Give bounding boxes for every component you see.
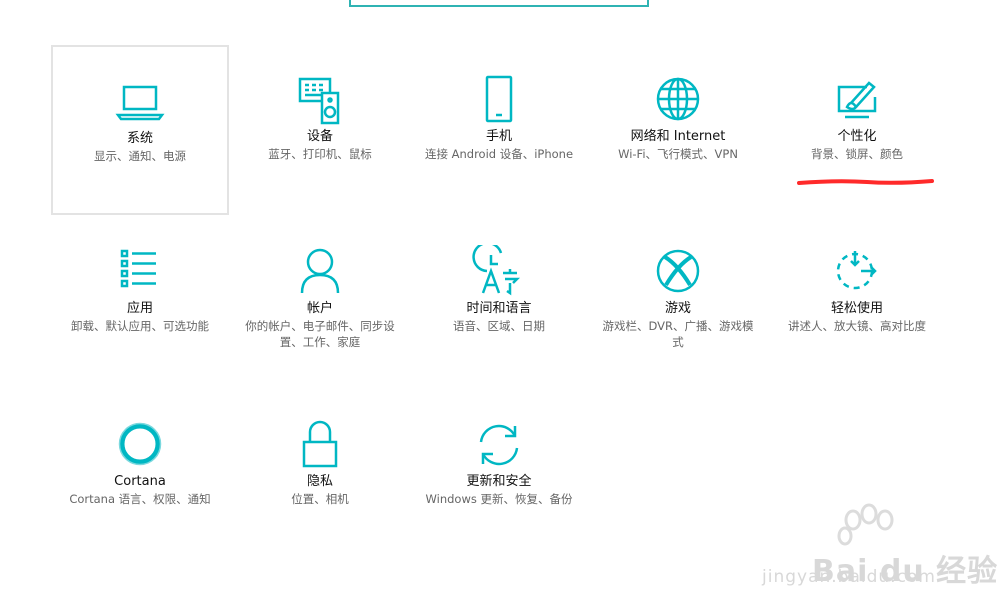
tile-desc: 背景、锁屏、颜色 (811, 147, 903, 161)
tile-desc: 游戏栏、DVR、广播、游戏模式 (602, 319, 754, 349)
tile-title: 时间和语言 (466, 301, 532, 316)
tile-apps[interactable]: 应用 卸载、默认应用、可选功能 (51, 217, 229, 387)
search-box-edge[interactable] (349, 0, 649, 7)
tile-network[interactable]: 网络和 Internet Wi-Fi、飞行模式、VPN (589, 45, 767, 215)
tile-desc: Wi-Fi、飞行模式、VPN (618, 147, 738, 161)
tile-title: 轻松使用 (830, 301, 883, 316)
tile-desc: 语音、区域、日期 (453, 319, 545, 333)
lock-icon (292, 418, 348, 474)
tile-personalization[interactable]: 个性化 背景、锁屏、颜色 (768, 45, 946, 215)
cortana-ring-icon (112, 418, 168, 474)
phone-icon (471, 73, 527, 129)
tile-accounts[interactable]: 帐户 你的帐户、电子邮件、同步设置、工作、家庭 (231, 217, 409, 387)
tile-title: 隐私 (306, 474, 333, 489)
apps-list-icon (112, 245, 168, 301)
sync-arrows-icon (471, 418, 527, 474)
tile-title: 网络和 Internet (630, 129, 726, 144)
globe-icon (650, 73, 706, 129)
tile-title: 帐户 (306, 301, 333, 316)
xbox-icon (650, 245, 706, 301)
tile-title: 设备 (306, 129, 333, 144)
devices-icon (292, 73, 348, 129)
tile-title: 更新和安全 (466, 474, 532, 489)
tile-desc: 蓝牙、打印机、鼠标 (268, 147, 372, 161)
tile-update-security[interactable]: 更新和安全 Windows 更新、恢复、备份 (410, 390, 588, 560)
ease-of-access-icon (829, 245, 885, 301)
tile-devices[interactable]: 设备 蓝牙、打印机、鼠标 (231, 45, 409, 215)
tile-title: 个性化 (837, 129, 877, 144)
person-icon (292, 245, 348, 301)
time-language-icon (471, 245, 527, 301)
tile-cortana[interactable]: Cortana Cortana 语言、权限、通知 (51, 390, 229, 560)
tile-title: 系统 (126, 131, 153, 146)
tile-title: 手机 (485, 129, 512, 144)
tile-title: 应用 (126, 301, 153, 316)
red-underline-annotation (797, 179, 934, 185)
watermark-url: jingyan.baidu.com (762, 567, 936, 587)
tile-gaming[interactable]: 游戏 游戏栏、DVR、广播、游戏模式 (589, 217, 767, 387)
tile-privacy[interactable]: 隐私 位置、相机 (231, 390, 409, 560)
tile-desc: 卸载、默认应用、可选功能 (71, 319, 209, 333)
tile-desc: Windows 更新、恢复、备份 (425, 492, 573, 506)
tile-time-language[interactable]: 时间和语言 语音、区域、日期 (410, 217, 588, 387)
tile-ease-of-access[interactable]: 轻松使用 讲述人、放大镜、高对比度 (768, 217, 946, 387)
laptop-icon (112, 75, 168, 131)
tile-desc: 位置、相机 (291, 492, 349, 506)
tile-desc: Cortana 语言、权限、通知 (69, 492, 211, 506)
tile-title: Cortana (114, 474, 166, 489)
tile-desc: 你的帐户、电子邮件、同步设置、工作、家庭 (245, 319, 395, 349)
tile-system[interactable]: 系统 显示、通知、电源 (51, 45, 229, 215)
tile-desc: 讲述人、放大镜、高对比度 (788, 319, 926, 333)
tile-desc: 连接 Android 设备、iPhone (424, 147, 574, 161)
tile-title: 游戏 (664, 301, 691, 316)
tile-phone[interactable]: 手机 连接 Android 设备、iPhone (410, 45, 588, 215)
paintbrush-icon (829, 73, 885, 129)
tile-desc: 显示、通知、电源 (94, 149, 186, 163)
